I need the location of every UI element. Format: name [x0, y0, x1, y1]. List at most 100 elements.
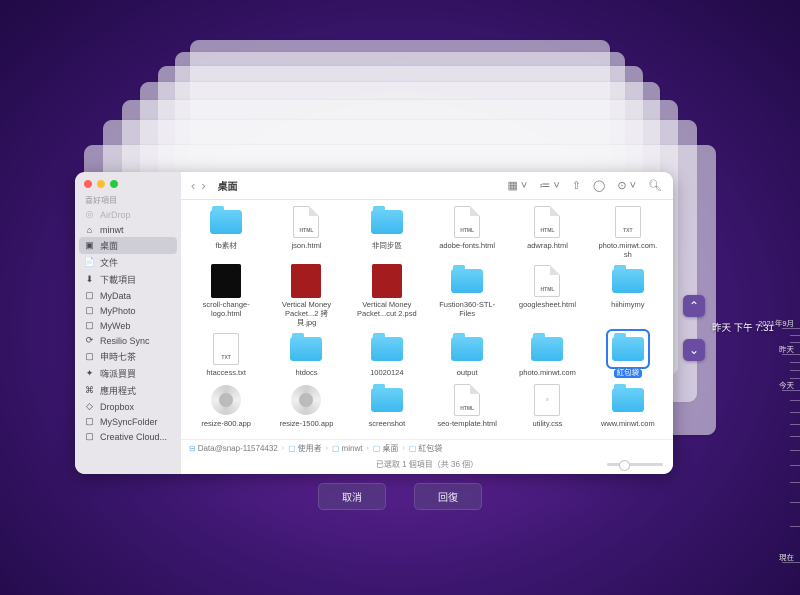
file-label: seo-template.html	[437, 420, 497, 429]
timeline[interactable]: 2021年9月 昨天 今天 現在	[758, 300, 800, 580]
sidebar-item[interactable]: ▢MyPhoto	[75, 303, 181, 318]
sidebar-item[interactable]: 📄文件	[75, 254, 181, 271]
folder-icon	[367, 382, 407, 418]
file-item[interactable]: HTMLjson.html	[267, 204, 345, 259]
snapshot-prev-button[interactable]: ⌃	[683, 295, 705, 317]
file-item[interactable]: 非同步區	[348, 204, 426, 259]
file-item[interactable]: resize-800.app	[187, 382, 265, 429]
view-icons-icon[interactable]: ▦ ˅	[504, 179, 530, 192]
file-item[interactable]: Vertical Money Packet...cut 2.psd	[348, 263, 426, 327]
file-label: 非同步區	[372, 242, 402, 251]
folder-icon	[367, 331, 407, 367]
path-crumb[interactable]: ▢紅包袋	[409, 443, 443, 454]
file-label: adobe-fonts.html	[439, 242, 495, 251]
file-item[interactable]: resize-1500.app	[267, 382, 345, 429]
sidebar-item[interactable]: ▢ MySyncFolder	[75, 414, 181, 429]
sidebar-item[interactable]: ▢Creative Cloud...	[75, 429, 181, 444]
sidebar-item[interactable]: ⌘ 應用程式	[75, 382, 181, 399]
file-item[interactable]: 10020124	[348, 331, 426, 378]
search-icon[interactable]: 🔍︎	[645, 179, 665, 192]
sidebar-item[interactable]: ⟳Resilio Sync	[75, 333, 181, 348]
sidebar-item-label: AirDrop	[100, 210, 131, 220]
sidebar-item[interactable]: ▢申時七茶	[75, 348, 181, 365]
folder-icon: ▢	[332, 444, 340, 453]
sidebar-item[interactable]: ◎ AirDrop	[75, 207, 181, 222]
desktop-icon: ▣	[84, 240, 95, 251]
home-icon: ⌂	[84, 224, 95, 235]
snapshot-next-button[interactable]: ⌄	[683, 339, 705, 361]
sidebar-item[interactable]: ◇Dropbox	[75, 399, 181, 414]
file-item[interactable]: screenshot	[348, 382, 426, 429]
file-item[interactable]: HTML adwrap.html	[508, 204, 586, 259]
sidebar-item[interactable]: ▣桌面	[79, 237, 177, 254]
file-label: photo.minwt.com.sh	[597, 242, 659, 259]
file-label: Fustion360-STL-Files	[436, 301, 498, 318]
action-buttons: 取消 回復	[318, 483, 482, 510]
file-item[interactable]: www.minwt.com	[589, 382, 667, 429]
file-item[interactable]: Vertical Money Packet...2 拷貝.jpg	[267, 263, 345, 327]
file-grid: fb素材HTMLjson.html 非同步區 HTML adobe-fonts.htm…	[181, 200, 673, 432]
file-label: adwrap.html	[527, 242, 568, 251]
nav-back-icon[interactable]: ‹	[189, 178, 197, 193]
window-title: 桌面	[218, 178, 238, 193]
sidebar-item-label: 嗨派買買	[100, 367, 136, 380]
file-item[interactable]: ≡utility.css	[508, 382, 586, 429]
icon-size-slider[interactable]	[607, 463, 663, 466]
group-icon[interactable]: ≔ ˅	[536, 179, 562, 192]
file-item[interactable]: HTML adobe-fonts.html	[428, 204, 506, 259]
file-label: utility.css	[533, 420, 563, 429]
file-item[interactable]: TXTphoto.minwt.com.sh	[589, 204, 667, 259]
html-file-icon: HTML	[447, 204, 487, 240]
sidebar-item[interactable]: ✦ 嗨派買買	[75, 365, 181, 382]
file-item[interactable]: fb素材	[187, 204, 265, 259]
nav-forward-icon[interactable]: ›	[199, 178, 207, 193]
more-icon[interactable]: ⊙ ˅	[614, 179, 639, 192]
apps-icon: ⌘	[84, 385, 95, 396]
appstore-icon: ✦	[84, 368, 95, 379]
sidebar-item[interactable]: ⬇下載項目	[75, 271, 181, 288]
sidebar-item[interactable]: ▢MyData	[75, 288, 181, 303]
file-item[interactable]: scroll-change-logo.html	[187, 263, 265, 327]
sidebar-item-label: Dropbox	[100, 402, 134, 412]
file-item[interactable]: 紅包袋	[589, 331, 667, 378]
maximize-button[interactable]	[110, 180, 118, 188]
sidebar-item[interactable]: ▢MyWeb	[75, 318, 181, 333]
file-label: output	[457, 369, 478, 378]
folder-icon: ▢	[84, 290, 95, 301]
sidebar-item-label: 應用程式	[100, 384, 136, 397]
file-item[interactable]: HTMLgooglesheet.html	[508, 263, 586, 327]
sidebar-item-label: MySyncFolder	[100, 417, 158, 427]
file-item[interactable]: HTML seo-template.html	[428, 382, 506, 429]
path-crumb[interactable]: ▢使用者	[288, 443, 322, 454]
cancel-button[interactable]: 取消	[318, 483, 386, 510]
close-button[interactable]	[84, 180, 92, 188]
path-crumb[interactable]: ▢minwt	[332, 444, 362, 453]
chevron-right-icon: ›	[402, 445, 404, 452]
tag-icon[interactable]: ◯	[590, 179, 608, 192]
file-item[interactable]: photo.minwt.com	[508, 331, 586, 378]
file-item[interactable]: htdocs	[267, 331, 345, 378]
file-item[interactable]: hiihimymy	[589, 263, 667, 327]
path-crumb[interactable]: ▢桌面	[373, 443, 399, 454]
file-label: htdocs	[295, 369, 317, 378]
restore-button[interactable]: 回復	[414, 483, 482, 510]
file-item[interactable]: TXThtaccess.txt	[187, 331, 265, 378]
app-icon	[286, 382, 326, 418]
html-file-icon: HTML	[527, 204, 567, 240]
file-label: 10020124	[370, 369, 403, 378]
chevron-right-icon: ›	[366, 445, 368, 452]
folder-icon: ▢	[84, 416, 95, 427]
html-file-icon: HTML	[447, 382, 487, 418]
minimize-button[interactable]	[97, 180, 105, 188]
file-item[interactable]: output	[428, 331, 506, 378]
folder-icon: ▢	[84, 305, 95, 316]
file-item[interactable]: Fustion360-STL-Files	[428, 263, 506, 327]
path-crumb[interactable]: ⊟Data@snap-11574432	[189, 444, 278, 453]
file-grid-scroll[interactable]: fb素材HTMLjson.html 非同步區 HTML adobe-fonts.htm…	[181, 200, 673, 439]
airdrop-icon: ◎	[84, 209, 95, 220]
folder-icon	[608, 331, 648, 367]
sidebar-item[interactable]: ⌂minwt	[75, 222, 181, 237]
share-icon[interactable]: ⇧	[569, 179, 584, 192]
disk-icon: ⊟	[189, 444, 196, 453]
path-crumb-label: 紅包袋	[418, 443, 442, 454]
